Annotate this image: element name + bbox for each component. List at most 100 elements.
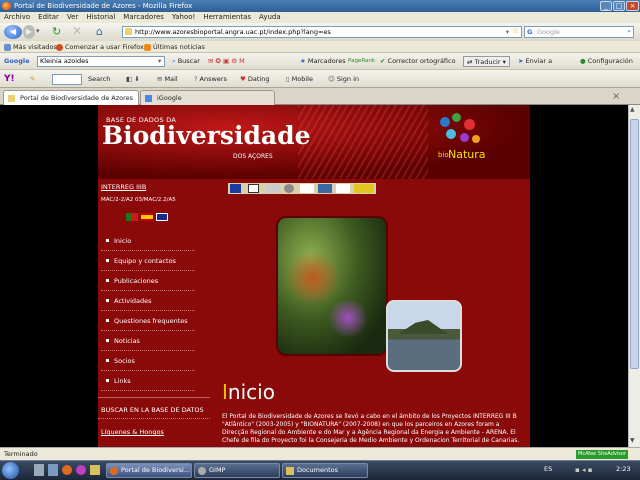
- yahoo-answers-button[interactable]: ? Answers: [194, 70, 227, 88]
- scroll-thumb[interactable]: [630, 119, 639, 369]
- forward-button[interactable]: ▶: [23, 25, 35, 39]
- yahoo-signin-button[interactable]: ☺ Sign in: [328, 70, 359, 88]
- tab-portal[interactable]: Portal de Biodiversidade de Azores: [3, 90, 139, 105]
- star-icon: ★: [300, 57, 306, 65]
- folder-task-icon: [286, 467, 294, 475]
- task-documentos[interactable]: Documentos: [282, 463, 368, 478]
- stop-icon[interactable]: ✕: [72, 24, 82, 38]
- answers-icon: ?: [194, 75, 198, 83]
- nav-equipo[interactable]: Equipo y contactos: [101, 251, 195, 271]
- partner-logo-icon[interactable]: [318, 184, 332, 193]
- yahoo-toolbar: Y! ✎ Search ◧ ⬇ ✉ Mail ? Answers ♥ Datin…: [0, 70, 640, 88]
- nav-links[interactable]: Links: [101, 371, 195, 391]
- traducir-button[interactable]: ⇄ Traducir ▾: [463, 56, 510, 67]
- nav-questiones[interactable]: Questiones frequentes: [101, 311, 195, 331]
- mail-icon: ✉: [157, 75, 163, 83]
- yahoo-logo[interactable]: Y!: [4, 70, 15, 88]
- minimize-button[interactable]: _: [600, 1, 612, 11]
- clock[interactable]: 2:23: [616, 465, 631, 473]
- yahoo-mobile-button[interactable]: ▯ Mobile: [286, 70, 313, 88]
- pencil-icon[interactable]: ✎: [30, 70, 35, 88]
- show-desktop-icon[interactable]: [34, 464, 44, 476]
- maximize-button[interactable]: □: [613, 1, 625, 11]
- search-input[interactable]: G Google ⌕: [524, 26, 634, 38]
- reload-icon[interactable]: ↻: [52, 25, 61, 38]
- menu-ver[interactable]: Ver: [67, 13, 78, 21]
- home-icon[interactable]: ⌂: [96, 25, 103, 38]
- task-gimp[interactable]: GIMP: [194, 463, 280, 478]
- nav-publicaciones[interactable]: Publicaciones: [101, 271, 195, 291]
- start-button[interactable]: [2, 462, 19, 479]
- tab-close-icon[interactable]: ×: [612, 91, 620, 102]
- google-logo[interactable]: Google: [4, 53, 30, 70]
- yahoo-mail-button[interactable]: ✉ Mail: [157, 70, 178, 88]
- tray-icons[interactable]: ▪ ◂ ▪: [575, 466, 592, 474]
- app-quicklaunch-icon[interactable]: [76, 465, 86, 475]
- settings-icon: ●: [580, 57, 586, 65]
- menu-bar: Archivo Editar Ver Historial Marcadores Yahoo…: [0, 12, 640, 23]
- partner-logo-icon[interactable]: [354, 184, 374, 193]
- switch-windows-icon[interactable]: [48, 464, 58, 476]
- toolbar-icons-group[interactable]: ✉ ✪ ▣ ⚙ M: [208, 53, 245, 70]
- language-indicator[interactable]: ES: [544, 465, 552, 473]
- close-button[interactable]: ×: [626, 1, 639, 11]
- history-dropdown-icon[interactable]: ▾: [36, 27, 40, 35]
- status-bar: Terminado McAfee SiteAdvisor: [0, 447, 640, 460]
- partner-logo-icon[interactable]: [266, 184, 280, 193]
- configuracion-button[interactable]: ● Configuración: [580, 53, 633, 70]
- menu-herramientas[interactable]: Herramientas: [203, 13, 251, 21]
- yahoo-search-button[interactable]: Search: [88, 70, 110, 88]
- eu-flag-icon[interactable]: [230, 184, 241, 193]
- search-placeholder: Google: [537, 28, 560, 36]
- mcafee-badge[interactable]: McAfee SiteAdvisor: [576, 450, 628, 459]
- banner-fern-pattern: [298, 105, 428, 179]
- partner-logo-icon[interactable]: [284, 184, 294, 193]
- bookmark-mas-visitados[interactable]: Más visitados: [4, 41, 57, 53]
- tab-igoogle[interactable]: iGoogle: [140, 90, 275, 105]
- url-input[interactable]: http://www.azoresbioportal.angra.uac.pt/…: [122, 26, 522, 38]
- enviar-button[interactable]: ➤ Enviar a: [518, 53, 552, 70]
- liquenes-link[interactable]: Líquenes & Hongos: [101, 428, 164, 436]
- url-dropdown-icon[interactable]: ▾: [506, 27, 509, 37]
- menu-ayuda[interactable]: Ayuda: [259, 13, 281, 21]
- nav-actividades[interactable]: Actividades: [101, 291, 195, 311]
- site-banner: BASE DE DADOS DA Biodiversidade DOS AÇOR…: [98, 105, 530, 179]
- menu-yahoo[interactable]: Yahoo!: [172, 13, 195, 21]
- bookmark-comenzar[interactable]: Comenzar a usar Firefox: [56, 41, 144, 53]
- menu-archivo[interactable]: Archivo: [4, 13, 30, 21]
- menu-marcadores[interactable]: Marcadores: [123, 13, 164, 21]
- yahoo-dating-button[interactable]: ♥ Dating: [240, 70, 270, 88]
- google-search-icon: ⌕: [172, 57, 176, 65]
- tab-strip: Portal de Biodiversidade de Azores iGoog…: [0, 88, 640, 105]
- google-buscar-button[interactable]: ⌕ Buscar: [172, 53, 200, 70]
- scroll-down-icon[interactable]: ▼: [630, 437, 635, 444]
- yahoo-search-input[interactable]: [52, 74, 82, 85]
- mobile-icon: ▯: [286, 75, 290, 83]
- window-title-bar: Portal de Biodiversidade de Azores - Moz…: [0, 0, 640, 12]
- partner-logo-icon[interactable]: [248, 184, 259, 193]
- bookmark-ultimas-noticias[interactable]: Últimas noticias: [144, 41, 205, 53]
- partner-logo-icon[interactable]: [300, 184, 314, 193]
- google-marcadores-button[interactable]: ★ Marcadores: [300, 53, 346, 70]
- back-button[interactable]: ◀: [4, 25, 22, 39]
- scroll-up-icon[interactable]: ▲: [630, 106, 635, 113]
- search-db-box: BUSCAR EN LA BASE DE DATOS Líquenes & Ho…: [98, 397, 210, 447]
- partner-logo-icon[interactable]: [336, 184, 350, 193]
- folder-quicklaunch-icon[interactable]: [90, 465, 100, 475]
- page-favicon-icon: [125, 28, 132, 35]
- banner-subtitle: DOS AÇORES: [233, 153, 273, 160]
- nav-noticias[interactable]: Noticias: [101, 331, 195, 351]
- menu-historial[interactable]: Historial: [86, 13, 115, 21]
- search-icon[interactable]: ⌕: [627, 26, 631, 36]
- nav-inicio[interactable]: Inicio: [101, 231, 195, 251]
- google-search-input[interactable]: Kleinia azoides: [37, 56, 165, 67]
- toolbar-misc-icons[interactable]: ◧ ⬇: [126, 70, 140, 88]
- nav-socios[interactable]: Socios: [101, 351, 195, 371]
- firefox-quicklaunch-icon[interactable]: [62, 465, 72, 475]
- bookmark-star-icon[interactable]: ☆: [512, 26, 519, 36]
- task-firefox[interactable]: Portal de Biodiversi...: [106, 463, 192, 478]
- menu-editar[interactable]: Editar: [38, 13, 59, 21]
- google-search-dropdown-icon[interactable]: ▾: [158, 53, 161, 70]
- corrector-button[interactable]: ✔ Corrector ortográfico: [380, 53, 456, 70]
- vertical-scrollbar[interactable]: ▲ ▼: [628, 105, 640, 447]
